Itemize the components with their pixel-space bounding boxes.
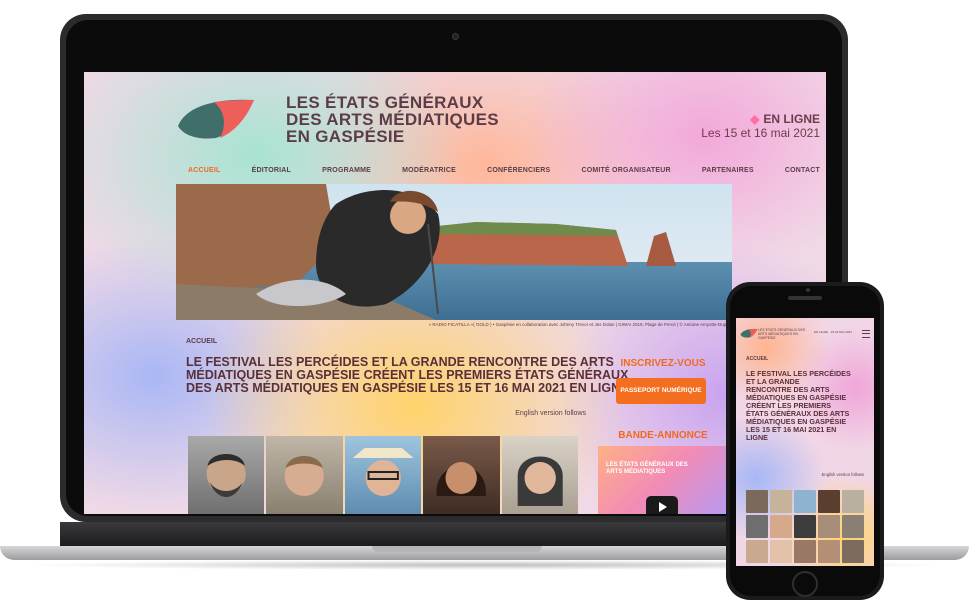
site-title-line: LES ÉTATS GÉNÉRAUX xyxy=(286,93,484,112)
hero-image xyxy=(176,184,732,320)
site-title-line: DES ARTS MÉDIATIQUES xyxy=(286,110,499,129)
nav-item-editorial[interactable]: ÉDITORIAL xyxy=(252,167,291,181)
trailer-video[interactable]: LES ÉTATS GÉNÉRAUX DES ARTS MÉDIATIQUES xyxy=(598,446,726,514)
speaker-photo[interactable] xyxy=(188,436,265,514)
hero-credit: « RADIO FICATILLA »( GOLD ) • Gaspésie e… xyxy=(428,322,732,327)
laptop-camera xyxy=(452,33,459,40)
site-title-line: EN GASPÉSIE xyxy=(286,127,405,146)
nav-item-comite[interactable]: COMITÉ ORGANISATEUR xyxy=(581,167,670,181)
laptop-screen: LES ÉTATS GÉNÉRAUX DES ARTS MÉDIATIQUES … xyxy=(84,46,826,514)
nav-item-moderatrice[interactable]: MODÉRATRICE xyxy=(402,167,456,181)
nav-item-programme[interactable]: PROGRAMME xyxy=(322,167,371,181)
logo-icon[interactable] xyxy=(176,96,256,140)
online-label: EN LIGNE xyxy=(763,112,820,126)
main-nav: ACCUEIL ÉDITORIAL PROGRAMME MODÉRATRICE … xyxy=(188,167,820,181)
mobile-headline: LE FESTIVAL LES PERCÉIDES ET LA GRANDE R… xyxy=(746,370,870,442)
mobile-speaker-grid xyxy=(746,490,864,564)
speaker-photo[interactable] xyxy=(344,436,422,514)
nav-item-partenaires[interactable]: PARTENAIRES xyxy=(702,167,754,181)
nav-item-contact[interactable]: CONTACT xyxy=(785,167,820,181)
speaker-thumb[interactable] xyxy=(842,515,864,538)
speaker-photo[interactable] xyxy=(423,436,500,514)
english-version-link[interactable]: English version follows xyxy=(486,410,586,417)
speaker-thumb[interactable] xyxy=(794,540,816,563)
speaker-photos xyxy=(188,436,578,514)
speaker-thumb[interactable] xyxy=(818,540,840,563)
mobile-english-link[interactable]: English version follows xyxy=(776,472,864,477)
speaker-photo[interactable] xyxy=(266,436,343,514)
speaker-thumb[interactable] xyxy=(818,490,840,513)
nav-item-conferenciers[interactable]: CONFÉRENCIERS xyxy=(487,167,550,181)
speaker-thumb[interactable] xyxy=(794,515,816,538)
event-dates: Les 15 et 16 mai 2021 xyxy=(701,126,820,140)
speaker-thumb[interactable] xyxy=(842,490,864,513)
wifi-icon: ◆ xyxy=(750,112,760,126)
speaker-thumb[interactable] xyxy=(770,515,792,538)
headline-line: LIGNE xyxy=(746,433,768,442)
speaker-thumb[interactable] xyxy=(746,515,768,538)
passport-button[interactable]: PASSEPORT NUMÉRIQUE xyxy=(616,378,706,404)
hamburger-menu-icon[interactable] xyxy=(862,330,870,338)
phone-camera xyxy=(806,288,810,292)
mobile-site-title[interactable]: LES ÉTATS GÉNÉRAUX DES ARTS MÉDIATIQUES … xyxy=(758,328,808,340)
speaker-thumb[interactable] xyxy=(770,490,792,513)
nav-item-accueil[interactable]: ACCUEIL xyxy=(188,167,221,181)
logo-icon[interactable] xyxy=(740,328,758,338)
speaker-thumb[interactable] xyxy=(746,540,768,563)
mobile-event-dates: EN LIGNE · 15-16 MAI 2021 xyxy=(814,330,853,334)
speaker-thumb[interactable] xyxy=(842,540,864,563)
page-headline: LE FESTIVAL LES PERCÉIDES ET LA GRANDE R… xyxy=(186,356,629,395)
speaker-thumb[interactable] xyxy=(794,490,816,513)
breadcrumb[interactable]: ACCUEIL xyxy=(186,338,217,345)
online-indicator: ◆ EN LIGNE xyxy=(644,112,820,126)
trailer-heading: BANDE-ANNONCE xyxy=(618,430,708,441)
headline-line: DES ARTS MÉDIATIQUES EN GASPÉSIE LES 15 … xyxy=(186,381,629,395)
speaker-thumb[interactable] xyxy=(818,515,840,538)
register-heading: INSCRIVEZ-VOUS xyxy=(620,358,706,369)
phone-screen: LES ÉTATS GÉNÉRAUX DES ARTS MÉDIATIQUES … xyxy=(736,318,874,566)
video-title: LES ÉTATS GÉNÉRAUX DES ARTS MÉDIATIQUES xyxy=(606,462,688,475)
laptop-notch xyxy=(372,546,542,552)
play-icon xyxy=(659,502,667,512)
mobile-breadcrumb[interactable]: ACCUEIL xyxy=(746,356,768,362)
phone-speaker xyxy=(788,296,822,300)
speaker-photo[interactable] xyxy=(501,436,578,514)
site-title[interactable]: LES ÉTATS GÉNÉRAUX DES ARTS MÉDIATIQUES … xyxy=(286,94,546,145)
speaker-thumb[interactable] xyxy=(746,490,768,513)
phone-home-button[interactable] xyxy=(792,571,818,597)
browser-topbar xyxy=(84,46,826,72)
speaker-thumb[interactable] xyxy=(770,540,792,563)
